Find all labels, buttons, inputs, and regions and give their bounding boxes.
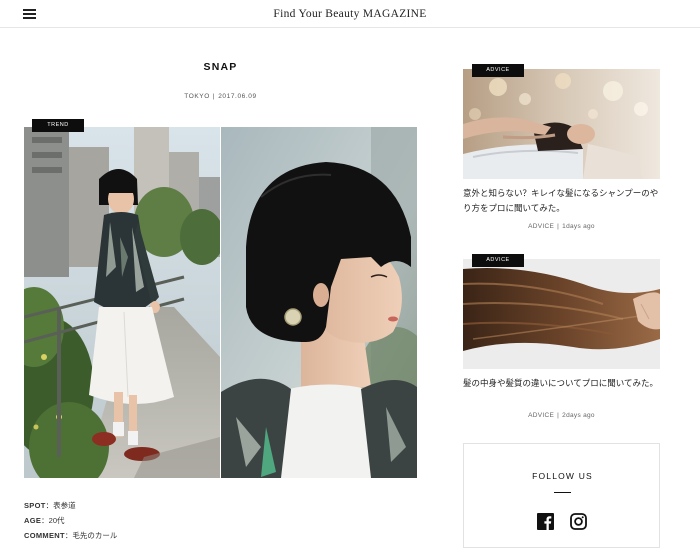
article-date: 2017.06.09 — [218, 93, 257, 100]
sidebar-article-image-shampoo[interactable] — [463, 69, 660, 179]
info-age: AGE：20代 — [24, 515, 65, 526]
meta-separator: | — [212, 93, 216, 100]
age-value: ：20代 — [41, 516, 65, 525]
comment-label: COMMENT — [24, 531, 65, 540]
meta-separator: | — [557, 412, 560, 419]
sidebar-article-category: ADVICE — [528, 412, 555, 419]
sidebar-article-category: ADVICE — [528, 223, 555, 230]
follow-us-title: FOLLOW US — [532, 471, 593, 481]
follow-us-box: FOLLOW US — [463, 443, 660, 548]
meta-separator: | — [557, 223, 560, 230]
info-comment: COMMENT：毛先のカール — [24, 530, 117, 541]
instagram-icon[interactable] — [570, 513, 587, 530]
sidebar-article-meta: ADVICE | 1days ago — [463, 223, 660, 230]
sidebar-article-time: 2days ago — [562, 412, 595, 419]
article-location: TOKYO — [184, 93, 210, 100]
follow-us-divider — [554, 492, 571, 493]
site-title[interactable]: Find Your Beauty MAGAZINE — [0, 0, 700, 28]
info-spot: SPOT：表参道 — [24, 500, 76, 511]
sidebar-article-title[interactable]: 髪の中身や髪質の違いについてプロに聞いてみた。 — [463, 376, 660, 391]
snap-photo-full-body — [24, 127, 220, 478]
spot-label: SPOT — [24, 501, 46, 510]
advice-tag[interactable]: ADVICE — [472, 254, 524, 267]
comment-value: ：毛先のカール — [64, 531, 118, 540]
sidebar-article-title[interactable]: 意外と知らない？キレイな髪になるシャンプーのやり方をプロに聞いてみた。 — [463, 186, 660, 216]
advice-tag[interactable]: ADVICE — [472, 64, 524, 77]
sidebar-article-time: 1days ago — [562, 223, 595, 230]
sidebar-article-meta: ADVICE | 2days ago — [463, 412, 660, 419]
article-meta: TOKYO | 2017.06.09 — [24, 93, 417, 100]
snap-photo-portrait — [221, 127, 417, 478]
trend-tag[interactable]: TREND — [32, 119, 84, 132]
site-header: Find Your Beauty MAGAZINE — [0, 0, 700, 28]
article-title: SNAP — [203, 61, 238, 73]
age-label: AGE — [24, 516, 42, 525]
spot-value: ：表参道 — [45, 501, 76, 510]
facebook-icon[interactable] — [537, 513, 554, 530]
sidebar-article-image-hair[interactable] — [463, 259, 660, 369]
